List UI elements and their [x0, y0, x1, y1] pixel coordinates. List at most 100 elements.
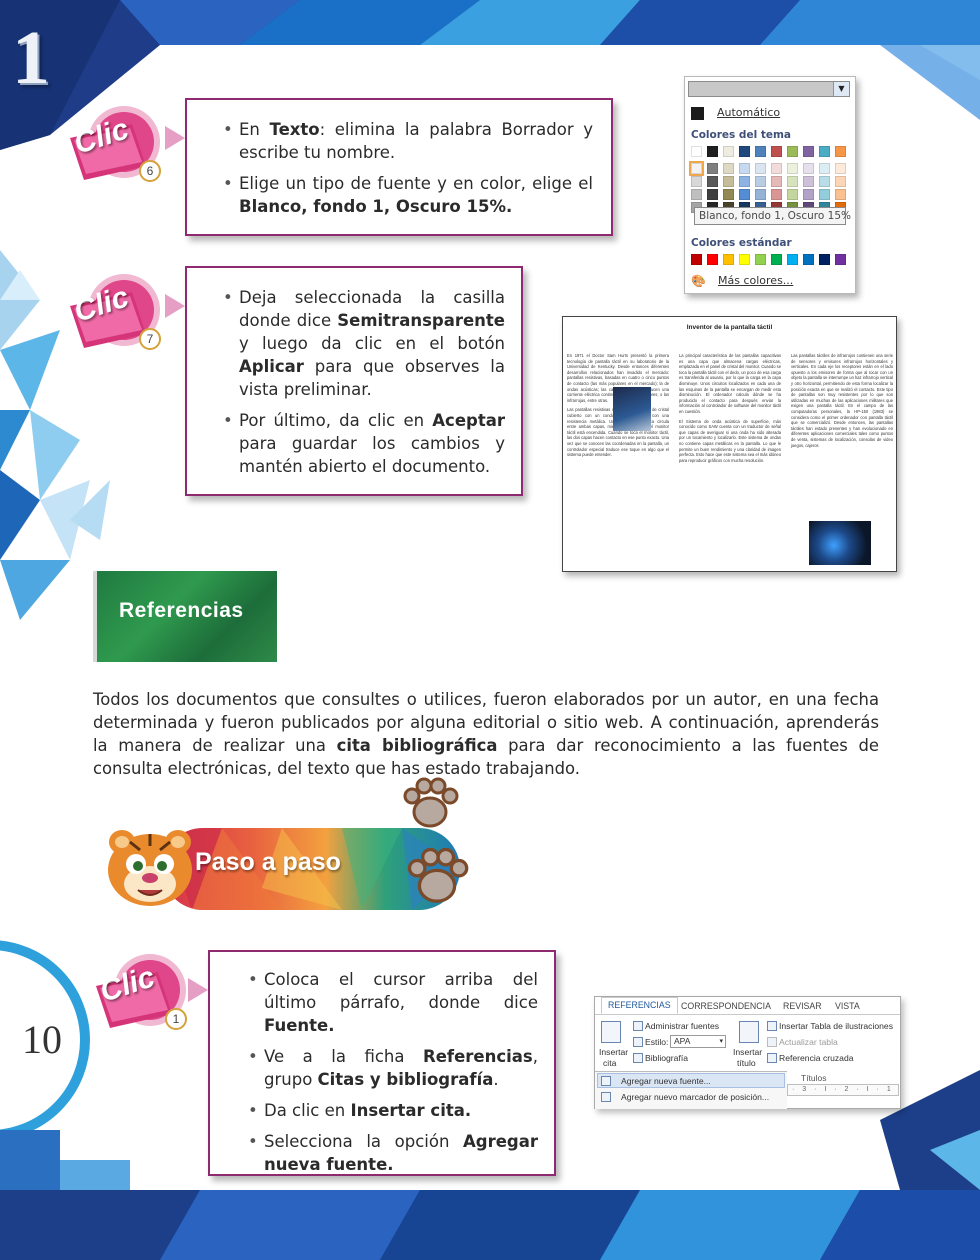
color-swatch[interactable] [803, 146, 814, 157]
color-swatch[interactable] [771, 254, 782, 265]
instruction-bullet: Elige un tipo de fuente y en color, elig… [223, 172, 593, 218]
menu-add-new-source[interactable]: Agregar nueva fuente... [621, 1076, 711, 1086]
insert-citation-label-2[interactable]: cita [603, 1058, 616, 1068]
style-label: Estilo: [645, 1037, 669, 1047]
table-of-figures-icon [767, 1021, 777, 1031]
color-swatch[interactable] [771, 146, 782, 157]
insert-table-of-figures-button[interactable]: Insertar Tabla de ilustraciones [779, 1021, 893, 1031]
text-run: Da clic en [264, 1101, 351, 1120]
color-swatch[interactable] [723, 254, 734, 265]
references-intro: Todos los documentos que consultes o uti… [93, 688, 879, 780]
color-swatch[interactable] [835, 254, 846, 265]
instruction-bullet: En Texto: elimina la palabra Borrador y … [223, 118, 593, 164]
color-swatch[interactable] [739, 189, 750, 200]
color-swatch[interactable] [835, 176, 846, 187]
clic-badge-6: Clic 6 [62, 100, 172, 200]
tab-correspondencia[interactable]: CORRESPONDENCIA [681, 1001, 771, 1011]
color-swatch[interactable] [787, 146, 798, 157]
text-run: para guardar los cambios y mantén abiert… [239, 434, 505, 476]
color-swatch[interactable] [739, 254, 750, 265]
color-swatch[interactable] [691, 146, 702, 157]
style-select[interactable]: APA ▾ [670, 1035, 726, 1048]
color-dropdown[interactable]: ▼ [688, 81, 850, 97]
color-swatch[interactable] [691, 254, 702, 265]
color-swatch[interactable] [835, 146, 846, 157]
color-swatch[interactable] [739, 146, 750, 157]
color-swatch[interactable] [803, 189, 814, 200]
color-swatch[interactable] [755, 254, 766, 265]
color-swatch[interactable] [803, 254, 814, 265]
color-swatch[interactable] [739, 163, 750, 174]
references-banner: Referencias [93, 571, 277, 662]
color-swatch[interactable] [771, 189, 782, 200]
instruction-list: En Texto: elimina la palabra Borrador y … [223, 118, 593, 218]
color-swatch[interactable] [723, 146, 734, 157]
color-swatch[interactable] [787, 176, 798, 187]
update-table-button[interactable]: Actualizar tabla [779, 1037, 838, 1047]
more-colors-option[interactable]: Más colores... [718, 274, 793, 287]
add-source-icon [601, 1076, 611, 1086]
color-swatch[interactable] [689, 161, 704, 176]
color-swatch[interactable] [819, 163, 830, 174]
color-swatch[interactable] [803, 176, 814, 187]
color-swatch[interactable] [771, 176, 782, 187]
insert-citation-icon [601, 1021, 621, 1043]
instruction-bullet: Por último, da clic en Aceptar para guar… [223, 409, 505, 478]
clic-badge-1: Clic 1 [88, 948, 198, 1048]
color-swatch[interactable] [739, 176, 750, 187]
color-swatch[interactable] [819, 176, 830, 187]
color-swatch[interactable] [707, 146, 718, 157]
cross-reference-button[interactable]: Referencia cruzada [779, 1053, 854, 1063]
manage-sources-button[interactable]: Administrar fuentes [645, 1021, 719, 1031]
tab-vista[interactable]: VISTA [835, 1001, 860, 1011]
color-swatch[interactable] [707, 163, 718, 174]
color-swatch[interactable] [835, 189, 846, 200]
color-swatch[interactable] [691, 189, 702, 200]
color-swatch[interactable] [819, 146, 830, 157]
automatic-color-option[interactable]: Automático [717, 106, 780, 119]
paw-print-icon [407, 847, 469, 903]
references-ribbon-screenshot: REFERENCIAS CORRESPONDENCIA REVISAR VIST… [594, 996, 901, 1109]
insert-citation-label-1[interactable]: Insertar [599, 1047, 628, 1057]
color-swatch[interactable] [771, 163, 782, 174]
clic-step-number: 1 [165, 1008, 187, 1030]
insert-caption-label-2[interactable]: título [737, 1058, 756, 1068]
update-table-icon [767, 1037, 777, 1047]
color-swatch[interactable] [787, 189, 798, 200]
color-swatch[interactable] [723, 176, 734, 187]
text-run: Por último, da clic en [239, 411, 433, 430]
paso-a-paso-title: Paso a paso [195, 848, 341, 876]
color-swatch[interactable] [723, 189, 734, 200]
standard-colors-heading: Colores estándar [691, 237, 792, 249]
color-swatch[interactable] [819, 189, 830, 200]
color-swatch[interactable] [755, 163, 766, 174]
color-swatch[interactable] [755, 189, 766, 200]
color-swatch[interactable] [819, 254, 830, 265]
color-swatch[interactable] [691, 176, 702, 187]
bold-text: Semitransparente [337, 311, 505, 330]
paso-a-paso-banner: Paso a paso [100, 777, 472, 914]
color-swatch[interactable] [803, 163, 814, 174]
bold-text: Aceptar [432, 411, 505, 430]
bibliography-button[interactable]: Bibliografía [645, 1053, 688, 1063]
color-swatch[interactable] [707, 254, 718, 265]
color-swatch[interactable] [835, 163, 846, 174]
tab-referencias[interactable]: REFERENCIAS [601, 997, 678, 1014]
color-swatch[interactable] [787, 163, 798, 174]
color-swatch[interactable] [723, 163, 734, 174]
color-swatch[interactable] [707, 176, 718, 187]
instruction-bullet: Coloca el cursor arriba del último párra… [248, 968, 538, 1037]
insert-citation-menu: Agregar nueva fuente... Agregar nuevo ma… [595, 1071, 787, 1109]
document-preview-title: Inventor de la pantalla táctil [686, 324, 773, 331]
color-swatch[interactable] [787, 254, 798, 265]
color-swatch[interactable] [755, 146, 766, 157]
color-swatch[interactable] [755, 176, 766, 187]
tab-revisar[interactable]: REVISAR [783, 1001, 822, 1011]
color-swatch[interactable] [707, 189, 718, 200]
instruction-list: Coloca el cursor arriba del último párra… [248, 968, 538, 1176]
add-placeholder-icon [601, 1092, 611, 1102]
bold-text: cita bibliográfica [336, 736, 498, 755]
menu-add-new-placeholder[interactable]: Agregar nuevo marcador de posición... [621, 1092, 769, 1102]
insert-caption-label-1[interactable]: Insertar [733, 1047, 762, 1057]
automatic-color-swatch[interactable] [691, 107, 704, 120]
